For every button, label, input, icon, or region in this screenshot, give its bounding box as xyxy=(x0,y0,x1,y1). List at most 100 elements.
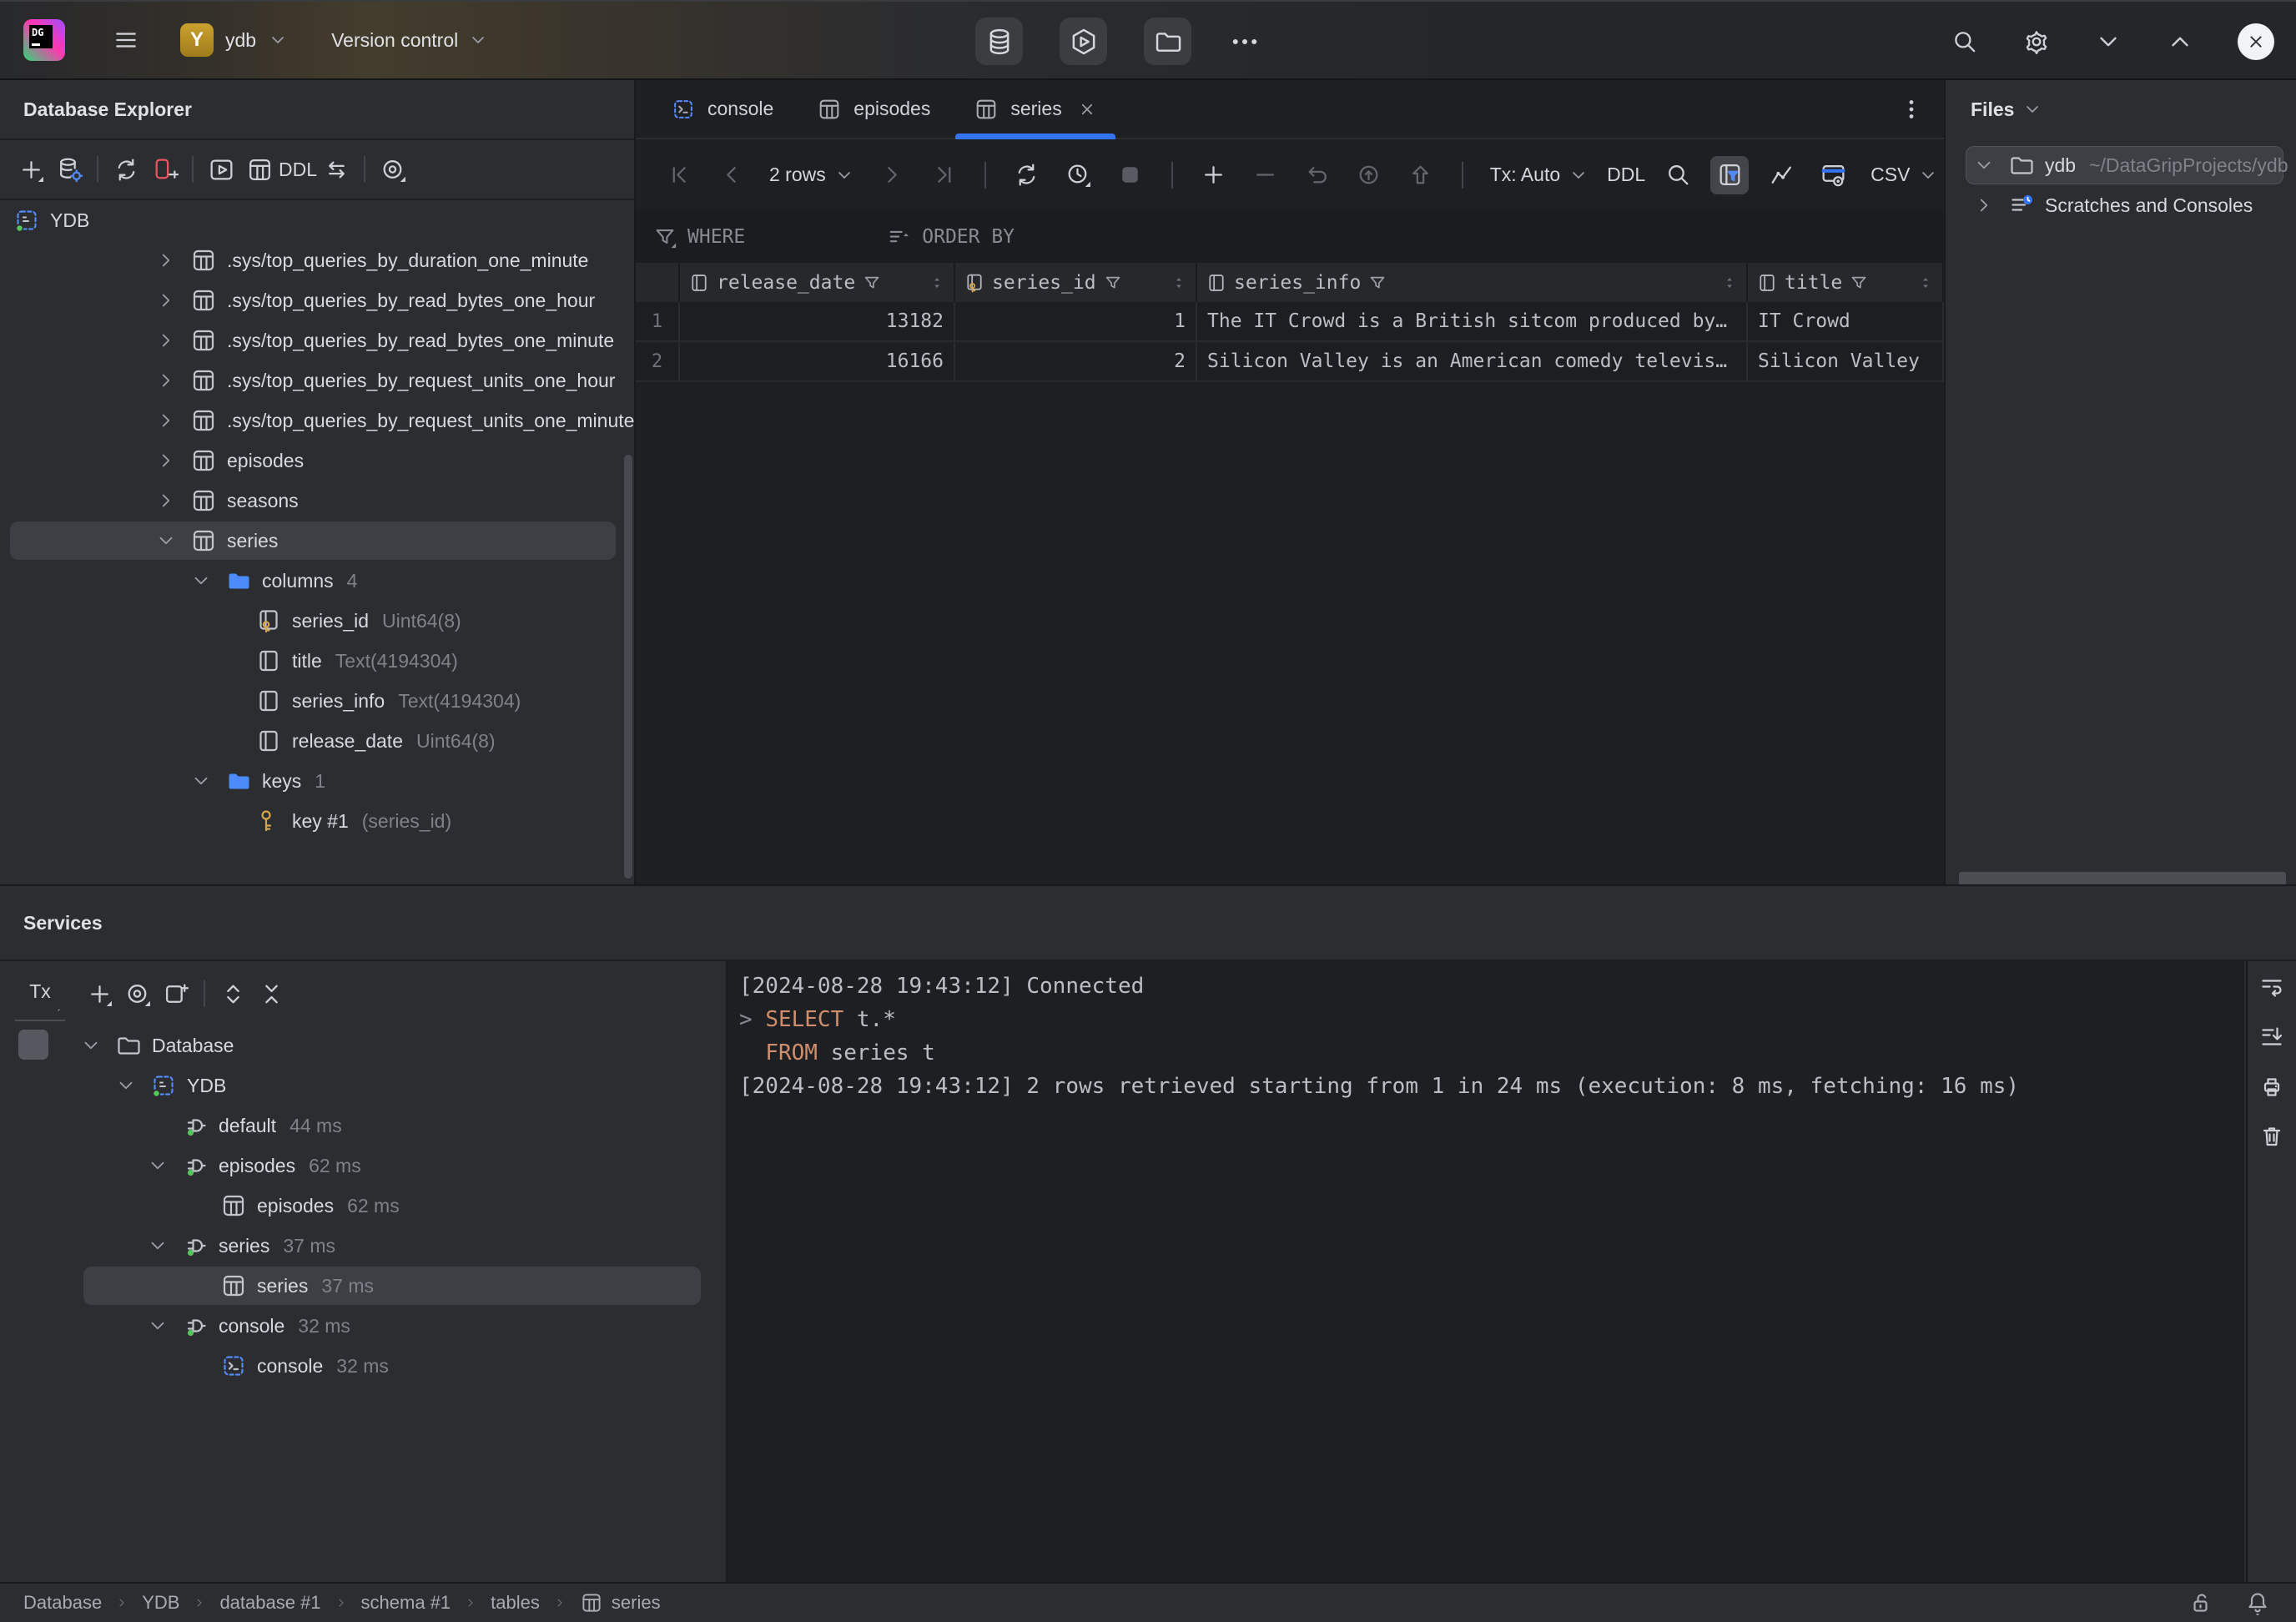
filter-funnel-icon[interactable] xyxy=(862,273,882,293)
filter-funnel-icon[interactable] xyxy=(1849,273,1869,293)
datasource-properties-button[interactable] xyxy=(50,150,88,189)
explorer-item-series-id[interactable]: series_idUint64(8) xyxy=(0,601,629,641)
add-service-button[interactable] xyxy=(80,975,118,1013)
cell-title[interactable]: IT Crowd xyxy=(1748,302,1944,342)
chevron-up-icon[interactable] xyxy=(2166,28,2194,56)
breadcrumb-schema-1[interactable]: schema #1 xyxy=(361,1592,451,1614)
services-item-series[interactable]: series37 ms xyxy=(0,1266,719,1306)
refresh-button[interactable] xyxy=(107,150,145,189)
first-page-button[interactable] xyxy=(661,156,699,194)
close-tab-icon[interactable] xyxy=(1077,99,1097,119)
settings-gear-icon[interactable] xyxy=(2022,28,2051,56)
explorer-item-columns[interactable]: columns4 xyxy=(0,561,629,601)
sort-arrows-icon[interactable] xyxy=(1171,275,1187,291)
where-placeholder[interactable]: WHERE xyxy=(687,226,745,248)
navigate-button[interactable] xyxy=(317,150,355,189)
sort-arrows-icon[interactable] xyxy=(1917,275,1934,291)
unlocked-padlock-icon[interactable] xyxy=(2188,1589,2214,1616)
view-settings-button[interactable] xyxy=(1814,156,1852,194)
chevron-down-icon[interactable] xyxy=(155,530,177,552)
explorer-item-title[interactable]: titleText(4194304) xyxy=(0,641,629,681)
expand-all-button[interactable] xyxy=(214,975,252,1013)
previous-page-button[interactable] xyxy=(712,156,751,194)
services-item-episodes[interactable]: episodes62 ms xyxy=(0,1186,719,1226)
explorer-item-sys-top-queries-by-read-bytes-one-minute[interactable]: .sys/top_queries_by_read_bytes_one_minut… xyxy=(0,320,629,360)
column-header-series_id[interactable]: series_id xyxy=(955,263,1197,302)
main-menu-icon[interactable] xyxy=(112,26,140,54)
files-item-scratches-and-consoles[interactable]: Scratches and Consoles xyxy=(1946,185,2291,225)
explorer-item-seasons[interactable]: seasons xyxy=(0,481,629,521)
explorer-item-sys-top-queries-by-read-bytes-one-hour[interactable]: .sys/top_queries_by_read_bytes_one_hour xyxy=(0,280,629,320)
cell-title[interactable]: Silicon Valley xyxy=(1748,342,1944,382)
services-item-series[interactable]: series37 ms xyxy=(0,1226,719,1266)
add-datasource-button[interactable] xyxy=(12,150,50,189)
project-widget[interactable]: Y ydb xyxy=(180,23,288,57)
search-icon[interactable] xyxy=(1951,28,1979,56)
cell-release_date[interactable]: 13182 xyxy=(680,302,955,342)
next-page-button[interactable] xyxy=(873,156,911,194)
filter-funnel-icon[interactable] xyxy=(1103,273,1123,293)
filter-funnel-icon[interactable] xyxy=(1367,273,1387,293)
collapse-all-button[interactable] xyxy=(252,975,290,1013)
breadcrumb-series[interactable]: series xyxy=(580,1591,661,1614)
add-row-button[interactable] xyxy=(1195,156,1233,194)
chevron-down-icon[interactable] xyxy=(147,1315,169,1337)
database-tool-button[interactable] xyxy=(975,18,1023,65)
tab-series[interactable]: series xyxy=(952,80,1118,138)
query-history-button[interactable] xyxy=(1060,156,1098,194)
services-item-episodes[interactable]: episodes62 ms xyxy=(0,1146,719,1186)
services-item-ydb[interactable]: YDB xyxy=(0,1065,719,1106)
explorer-item-keys[interactable]: keys1 xyxy=(0,761,629,801)
open-project-button[interactable] xyxy=(1144,18,1191,65)
explorer-item-ydb[interactable]: YDB xyxy=(0,200,629,240)
page-size-selector[interactable]: 2 rows xyxy=(769,164,854,186)
chevron-down-icon[interactable] xyxy=(115,1075,137,1096)
view-options-button[interactable] xyxy=(374,150,412,189)
services-item-console[interactable]: console32 ms xyxy=(0,1306,719,1346)
chevron-down-icon[interactable] xyxy=(190,770,212,792)
breadcrumb-database-1[interactable]: database #1 xyxy=(219,1592,320,1614)
cell-series_id[interactable]: 2 xyxy=(955,342,1197,382)
disconnect-button[interactable] xyxy=(145,150,184,189)
services-item-database[interactable]: Database xyxy=(0,1025,719,1065)
files-item-ydb[interactable]: ydb~/DataGripProjects/ydb xyxy=(1946,145,2291,185)
breadcrumb-ydb[interactable]: YDB xyxy=(142,1592,179,1614)
tx-mode-selector[interactable]: Tx: Auto xyxy=(1490,164,1589,186)
scroll-to-end-button[interactable] xyxy=(2253,1018,2290,1055)
chevron-right-icon[interactable] xyxy=(1973,194,1995,216)
console-output[interactable]: [2024-08-28 19:43:12] Connected> SELECT … xyxy=(726,961,2244,1582)
explorer-item-release-date[interactable]: release_dateUint64(8) xyxy=(0,721,629,761)
explorer-item-sys-top-queries-by-request-units-one-hour[interactable]: .sys/top_queries_by_request_units_one_ho… xyxy=(0,360,629,400)
print-button[interactable] xyxy=(2253,1068,2290,1105)
cell-series_id[interactable]: 1 xyxy=(955,302,1197,342)
chevron-right-icon[interactable] xyxy=(155,290,177,311)
tab-console[interactable]: console xyxy=(649,80,795,138)
delete-row-button[interactable] xyxy=(1246,156,1285,194)
order-by-icon[interactable] xyxy=(887,224,912,249)
export-format-selector[interactable]: CSV xyxy=(1871,164,1938,186)
find-button[interactable] xyxy=(1659,156,1697,194)
explorer-item-sys-top-queries-by-duration-one-minute[interactable]: .sys/top_queries_by_duration_one_minute xyxy=(0,240,629,280)
close-window-button[interactable] xyxy=(2238,23,2274,60)
chevron-right-icon[interactable] xyxy=(155,450,177,471)
view-options-button[interactable] xyxy=(118,975,157,1013)
soft-wrap-button[interactable] xyxy=(2253,968,2290,1005)
chevron-right-icon[interactable] xyxy=(155,490,177,511)
chevron-down-icon[interactable] xyxy=(147,1155,169,1176)
chevron-down-icon[interactable] xyxy=(2094,28,2122,56)
chart-view-button[interactable] xyxy=(1762,156,1800,194)
files-header[interactable]: Files xyxy=(1971,80,2042,139)
filter-panel-toggle[interactable] xyxy=(1710,156,1749,194)
open-in-new-tab-button[interactable] xyxy=(157,975,195,1013)
stop-button[interactable] xyxy=(1111,156,1150,194)
tab-episodes[interactable]: episodes xyxy=(795,80,952,138)
tab-options-kebab[interactable] xyxy=(1892,90,1931,128)
ddl-button[interactable]: DDL xyxy=(1607,156,1645,194)
reload-data-button[interactable] xyxy=(1008,156,1046,194)
chevron-down-icon[interactable] xyxy=(190,570,212,592)
run-query-button[interactable] xyxy=(1060,18,1107,65)
breadcrumb-tables[interactable]: tables xyxy=(491,1592,540,1614)
where-funnel-icon[interactable] xyxy=(652,224,677,249)
chevron-right-icon[interactable] xyxy=(155,249,177,271)
services-item-console[interactable]: console32 ms xyxy=(0,1346,719,1386)
